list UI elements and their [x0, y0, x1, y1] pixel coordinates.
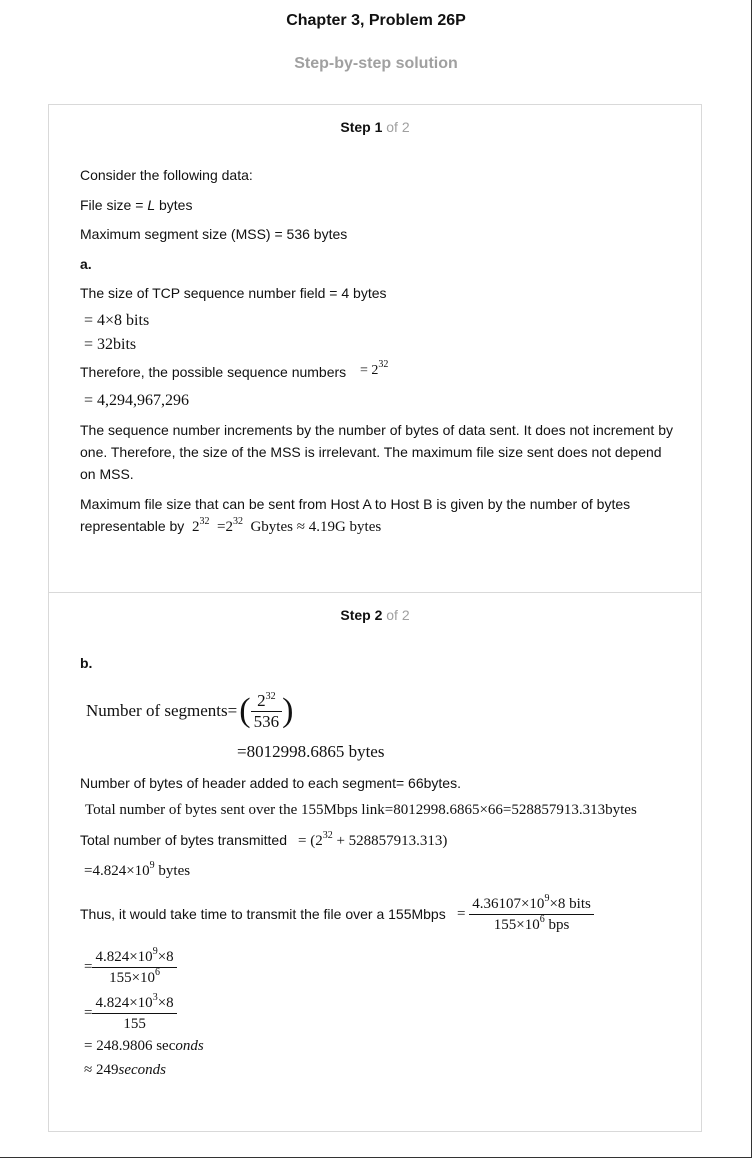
tcp-field-text: The size of TCP sequence number field = … — [80, 285, 387, 301]
part-a-label: a. — [80, 256, 92, 272]
time-approx: ≈ 249seconds — [84, 1062, 166, 1078]
equation-segments: Number of segments= ( 232 536 ) — [86, 690, 294, 731]
page-title: Chapter 3, Problem 26P — [286, 12, 466, 29]
time-fraction-3: = 4.824×103×8 155 — [84, 993, 177, 1034]
step-2-card: Step 2 of 2 b. Number of segments= ( 232… — [48, 592, 702, 1132]
total-transmitted-text: Total number of bytes transmitted — [80, 832, 287, 848]
step-label: Step 2 — [340, 607, 383, 623]
part-b-label: b. — [80, 655, 93, 671]
time-fraction-2: = 4.824×109×8 155×106 — [84, 947, 177, 988]
step-1-header: Step 1 of 2 — [49, 119, 701, 135]
total-sent-equation: Total number of bytes sent over the 155M… — [85, 802, 637, 818]
step-label: Step 1 — [340, 119, 383, 135]
thus-text: Thus, it would take time to transmit the… — [80, 906, 446, 922]
equation-max-file-size: 232 =232 Gbytes ≈ 4.19G bytes — [192, 516, 382, 536]
header-bytes-text: Number of bytes of header added to each … — [80, 775, 461, 791]
time-result: = 248.9806 seconds — [84, 1038, 204, 1054]
total-transmitted-result: =4.824×109 bytes — [84, 860, 191, 880]
sequence-paragraph: The sequence number increments by the nu… — [80, 422, 673, 482]
page-subtitle: Step-by-step solution — [294, 55, 458, 72]
step-1-card: Step 1 of 2 Consider the following data:… — [48, 104, 702, 593]
time-fraction-1: = 4.36107×109×8 bits 155×106 bps — [457, 894, 594, 935]
total-transmitted-equation: = (232 + 528857913.313) — [298, 830, 448, 850]
therefore-text: Therefore, the possible sequence numbers — [80, 364, 347, 380]
step-count: of 2 — [386, 607, 410, 623]
file-size-text: File size = L bytes — [80, 197, 193, 213]
equation-2-pow-32: = 232 — [360, 359, 389, 379]
step-2-header: Step 2 of 2 — [49, 607, 701, 623]
consider-text: Consider the following data: — [80, 167, 253, 183]
max-file-text: Maximum file size that can be sent from … — [80, 496, 631, 512]
equation-32bits: = 32bits — [84, 336, 137, 353]
equation-bits: = 4×8 bits — [84, 312, 150, 329]
equation-seq-count: = 4,294,967,296 — [84, 392, 190, 409]
step-count: of 2 — [386, 119, 410, 135]
segments-result: =8012998.6865 bytes — [237, 742, 385, 761]
representable-text: representable by — [80, 518, 185, 534]
mss-text: Maximum segment size (MSS) = 536 bytes — [80, 226, 348, 242]
